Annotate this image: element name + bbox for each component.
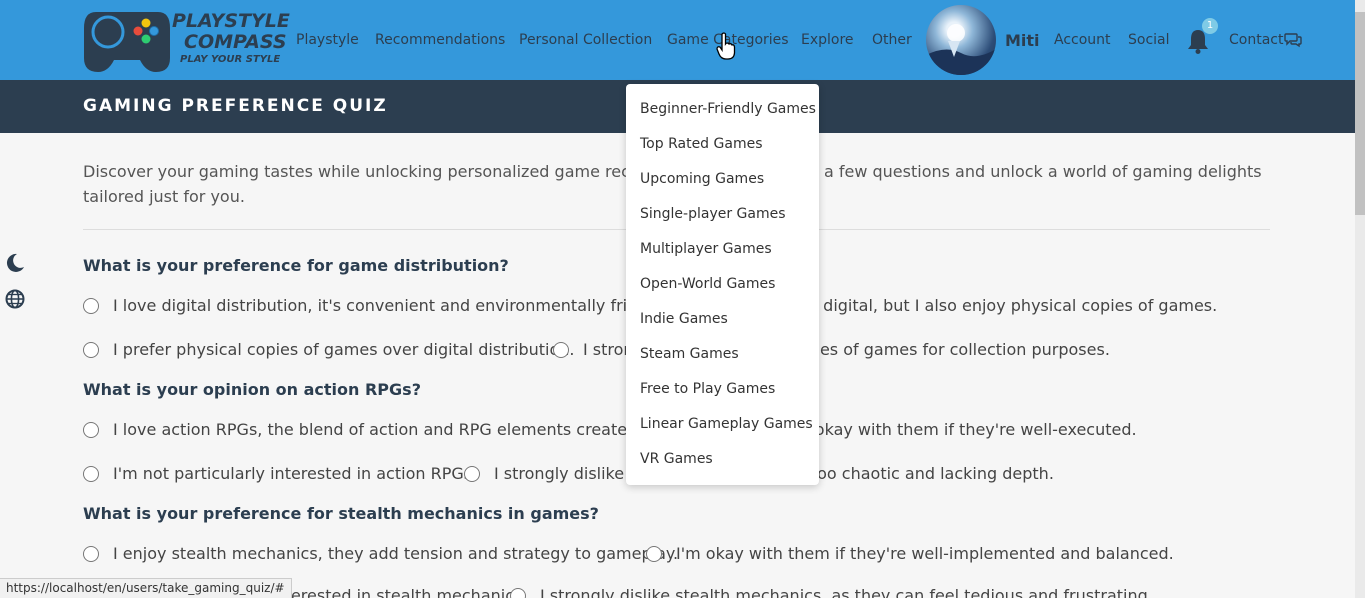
radio-button[interactable] — [83, 341, 99, 358]
question-title: What is your preference for game distrib… — [83, 256, 509, 275]
answer-option[interactable]: I'm not particularly interested in actio… — [83, 464, 477, 483]
dropdown-item-indie[interactable]: Indie Games — [626, 302, 819, 337]
gamepad-logo-icon — [84, 12, 170, 72]
radio-button[interactable] — [553, 341, 569, 358]
radio-button[interactable] — [83, 421, 99, 438]
logo-wordmark: PLAYSTYLE COMPASS PLAY YOUR STYLE — [172, 12, 290, 65]
nav-explore[interactable]: Explore — [801, 32, 854, 48]
dropdown-item-linear-gameplay[interactable]: Linear Gameplay Games — [626, 407, 819, 442]
answer-option[interactable]: I strongly dislike stealth mechanics, as… — [510, 586, 1153, 598]
answer-option[interactable]: I enjoy stealth mechanics, they add tens… — [83, 544, 678, 563]
radio-button[interactable] — [83, 465, 99, 482]
dropdown-item-steam[interactable]: Steam Games — [626, 337, 819, 372]
answer-option[interactable]: I prefer physical copies of games over d… — [83, 340, 574, 359]
nav-social[interactable]: Social — [1128, 32, 1170, 48]
dropdown-item-single-player[interactable]: Single-player Games — [626, 197, 819, 232]
avatar[interactable] — [926, 5, 996, 75]
dropdown-item-multiplayer[interactable]: Multiplayer Games — [626, 232, 819, 267]
radio-button[interactable] — [464, 465, 480, 482]
globe-icon[interactable] — [5, 289, 25, 309]
nav-playstyle[interactable]: Playstyle — [296, 32, 359, 48]
game-categories-dropdown: Beginner-Friendly Games Top Rated Games … — [626, 84, 819, 485]
nav-personal-collection[interactable]: Personal Collection — [519, 32, 652, 48]
scrollbar-thumb[interactable] — [1355, 12, 1365, 215]
dropdown-item-top-rated[interactable]: Top Rated Games — [626, 127, 819, 162]
question-title: What is your preference for stealth mech… — [83, 504, 599, 523]
dropdown-item-upcoming[interactable]: Upcoming Games — [626, 162, 819, 197]
answer-option[interactable]: I love digital distribution, it's conven… — [83, 296, 674, 315]
answer-label: I'm okay with them if they're well-execu… — [785, 420, 1137, 439]
nav-other[interactable]: Other — [872, 32, 912, 48]
moon-icon[interactable] — [5, 253, 25, 273]
answer-label: I strongly dislike stealth mechanics, as… — [540, 586, 1153, 598]
site-logo[interactable]: PLAYSTYLE COMPASS PLAY YOUR STYLE — [82, 6, 290, 74]
avatar-image — [926, 24, 996, 75]
answer-label: I prefer digital, but I also enjoy physi… — [760, 296, 1218, 315]
username[interactable]: Miti — [1005, 31, 1040, 50]
logo-line-1: PLAYSTYLE — [172, 10, 290, 32]
nav-account[interactable]: Account — [1054, 32, 1111, 48]
hand-cursor-icon — [716, 32, 736, 60]
logo-line-2: COMPASS — [184, 31, 287, 53]
answer-label: I'm not particularly interested in actio… — [113, 464, 478, 483]
dropdown-item-beginner-friendly[interactable]: Beginner-Friendly Games — [626, 92, 819, 127]
radio-button[interactable] — [83, 545, 99, 562]
logo-tagline: PLAY YOUR STYLE — [180, 54, 281, 65]
dropdown-item-open-world[interactable]: Open-World Games — [626, 267, 819, 302]
nav-recommendations[interactable]: Recommendations — [375, 32, 505, 48]
radio-button[interactable] — [83, 297, 99, 314]
notification-badge: 1 — [1202, 18, 1218, 34]
page-title: GAMING PREFERENCE QUIZ — [83, 96, 388, 116]
dropdown-item-free-to-play[interactable]: Free to Play Games — [626, 372, 819, 407]
radio-button[interactable] — [646, 545, 662, 562]
answer-option[interactable]: I'm okay with them if they're well-imple… — [646, 544, 1174, 563]
radio-button[interactable] — [510, 587, 526, 598]
answer-label: I'm okay with them if they're well-imple… — [676, 544, 1174, 563]
nav-contact[interactable]: Contact — [1229, 32, 1283, 48]
dropdown-item-vr[interactable]: VR Games — [626, 442, 819, 477]
chat-icon — [1284, 33, 1302, 48]
answer-label: I enjoy stealth mechanics, they add tens… — [113, 544, 679, 563]
question-title: What is your opinion on action RPGs? — [83, 380, 421, 399]
answer-label: I prefer physical copies of games over d… — [113, 340, 575, 359]
answer-label: I love digital distribution, it's conven… — [113, 296, 674, 315]
link-status-bar: https://localhost/en/users/take_gaming_q… — [0, 578, 292, 598]
